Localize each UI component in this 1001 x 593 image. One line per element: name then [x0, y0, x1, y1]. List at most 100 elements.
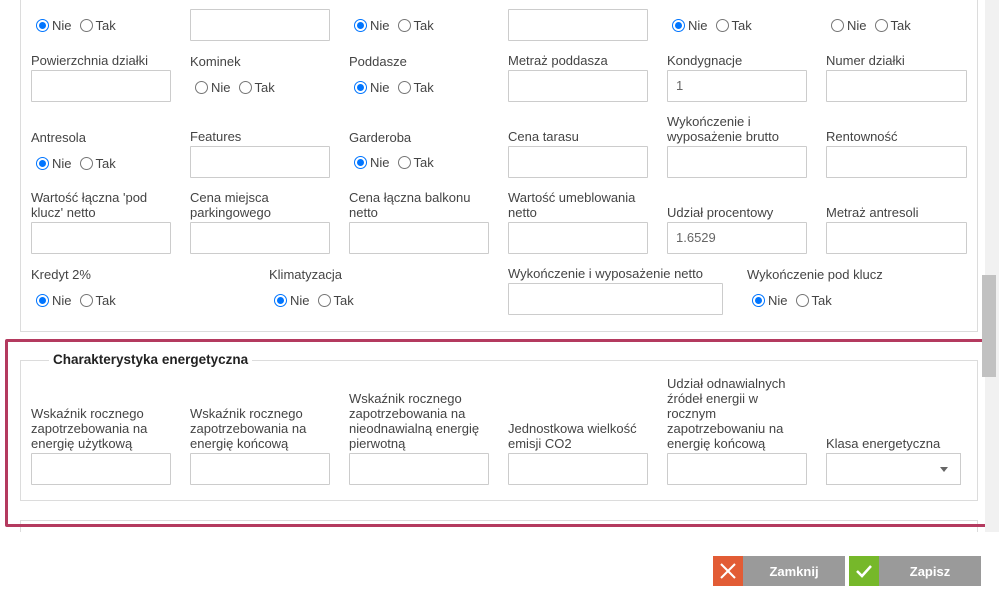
input-wykonczenie-brutto[interactable]: [667, 146, 807, 178]
radio-group-garderoba: Nie Tak: [354, 154, 442, 170]
radio-group-wykonczenie-pod-klucz: Nie Tak: [752, 292, 840, 308]
radio-circle[interactable]: [874, 18, 888, 32]
radio-tak[interactable]: Tak: [874, 18, 911, 33]
radio-circle[interactable]: [36, 293, 49, 307]
save-button[interactable]: Zapisz: [849, 556, 981, 586]
radio-nie[interactable]: Nie: [274, 293, 310, 308]
label-antresola: Antresola: [31, 130, 86, 145]
label-klimatyzacja: Klimatyzacja: [269, 267, 342, 282]
radio-circle[interactable]: [36, 156, 49, 170]
radio-nie[interactable]: Nie: [672, 18, 708, 33]
energy-panel-legend: Charakterystyka energetyczna: [49, 352, 253, 367]
radio-circle[interactable]: [397, 155, 411, 169]
caret-down-icon: [940, 467, 948, 472]
radio-nie[interactable]: Nie: [195, 80, 231, 95]
radio-circle[interactable]: [354, 80, 367, 94]
input-cena-parkingowego[interactable]: [190, 222, 330, 254]
top-input-1[interactable]: [190, 9, 330, 41]
label-wartosc-umeblowania: Wartość umeblowania netto: [508, 190, 636, 220]
label-wykonczenie-pod-klucz: Wykończenie pod klucz: [747, 267, 883, 282]
label-rentownosc: Rentowność: [826, 129, 898, 144]
radio-nie[interactable]: Nie: [354, 155, 390, 170]
input-energia-koncowa[interactable]: [190, 453, 330, 485]
top-input-2[interactable]: [508, 9, 648, 41]
label-features: Features: [190, 129, 242, 144]
radio-tak[interactable]: Tak: [795, 293, 832, 308]
radio-tak[interactable]: Tak: [397, 18, 434, 33]
radio-circle[interactable]: [79, 293, 93, 307]
input-cena-balkonu[interactable]: [349, 222, 489, 254]
radio-nie[interactable]: Nie: [354, 80, 390, 95]
input-powierzchnia-dzialki[interactable]: [31, 70, 171, 102]
input-wykonczenie-netto[interactable]: [508, 283, 723, 315]
input-udzial-procentowy[interactable]: 1.6529: [667, 222, 807, 254]
radio-tak[interactable]: Tak: [715, 18, 752, 33]
input-features[interactable]: [190, 146, 330, 178]
top-radio-group-4: Nie Tak: [831, 17, 919, 33]
label-kondygnacje: Kondygnacje: [667, 53, 743, 68]
radio-nie[interactable]: Nie: [354, 18, 390, 33]
radio-tak[interactable]: Tak: [238, 80, 275, 95]
label-udzial-oze: Udział odnawialnych źródeł energii w roc…: [667, 376, 786, 451]
radio-circle[interactable]: [36, 18, 49, 32]
radio-nie[interactable]: Nie: [36, 156, 72, 171]
label-energia-pierwotna: Wskaźnik rocznego zapotrzebowania na nie…: [349, 391, 480, 451]
scrollbar-thumb[interactable]: [982, 275, 996, 377]
input-kondygnacje[interactable]: 1: [667, 70, 807, 102]
scrollbar-track[interactable]: [985, 0, 999, 532]
input-wartosc-umeblowania[interactable]: [508, 222, 648, 254]
label-wykonczenie-brutto: Wykończenie i wyposażenie brutto: [667, 114, 780, 144]
label-kominek: Kominek: [190, 54, 241, 69]
radio-circle[interactable]: [79, 18, 93, 32]
input-energia-uzytkowa[interactable]: [31, 453, 171, 485]
close-icon: [713, 556, 743, 586]
radio-tak[interactable]: Tak: [397, 155, 434, 170]
radio-circle[interactable]: [195, 80, 208, 94]
select-klasa-energetyczna[interactable]: [826, 453, 961, 485]
input-wartosc-pod-klucz[interactable]: [31, 222, 171, 254]
radio-circle[interactable]: [752, 293, 765, 307]
radio-circle[interactable]: [354, 155, 367, 169]
input-numer-dzialki[interactable]: [826, 70, 967, 102]
input-udzial-oze[interactable]: [667, 453, 807, 485]
radio-circle[interactable]: [317, 293, 331, 307]
input-energia-pierwotna[interactable]: [349, 453, 489, 485]
input-cena-tarasu[interactable]: [508, 146, 648, 178]
radio-circle[interactable]: [831, 18, 844, 32]
radio-group-kredyt-2: Nie Tak: [36, 292, 124, 308]
label-garderoba: Garderoba: [349, 130, 412, 145]
radio-circle[interactable]: [274, 293, 287, 307]
radio-tak[interactable]: Tak: [317, 293, 354, 308]
radio-group-klimatyzacja: Nie Tak: [274, 292, 362, 308]
close-button[interactable]: Zamknij: [713, 556, 845, 586]
form-scroll-area[interactable]: Nie Tak Nie Tak Nie Tak Nie Tak Powierzc…: [0, 0, 1001, 532]
label-emisja-co2: Jednostkowa wielkość emisji CO2: [508, 421, 637, 451]
radio-nie[interactable]: Nie: [752, 293, 788, 308]
radio-tak[interactable]: Tak: [79, 156, 116, 171]
next-panel: [20, 520, 978, 532]
radio-nie[interactable]: Nie: [831, 18, 867, 33]
radio-group-poddasze: Nie Tak: [354, 79, 442, 95]
radio-tak[interactable]: Tak: [79, 18, 116, 33]
top-radio-group-2: Nie Tak: [354, 17, 442, 33]
label-wartosc-pod-klucz: Wartość łączna 'pod klucz' netto: [31, 190, 148, 220]
radio-circle[interactable]: [672, 18, 685, 32]
radio-circle[interactable]: [715, 18, 729, 32]
input-emisja-co2[interactable]: [508, 453, 648, 485]
input-metraz-poddasza[interactable]: [508, 70, 648, 102]
radio-circle[interactable]: [238, 80, 252, 94]
radio-circle[interactable]: [397, 80, 411, 94]
input-metraz-antresoli[interactable]: [826, 222, 967, 254]
label-cena-parkingowego: Cena miejsca parkingowego: [190, 190, 271, 220]
radio-tak[interactable]: Tak: [397, 80, 434, 95]
radio-nie[interactable]: Nie: [36, 293, 72, 308]
radio-circle[interactable]: [795, 293, 809, 307]
radio-nie[interactable]: Nie: [36, 18, 72, 33]
label-kredyt-2: Kredyt 2%: [31, 267, 91, 282]
radio-circle[interactable]: [397, 18, 411, 32]
radio-circle[interactable]: [79, 156, 93, 170]
label-klasa-energetyczna: Klasa energetyczna: [826, 436, 941, 451]
radio-tak[interactable]: Tak: [79, 293, 116, 308]
input-rentownosc[interactable]: [826, 146, 967, 178]
radio-circle[interactable]: [354, 18, 367, 32]
